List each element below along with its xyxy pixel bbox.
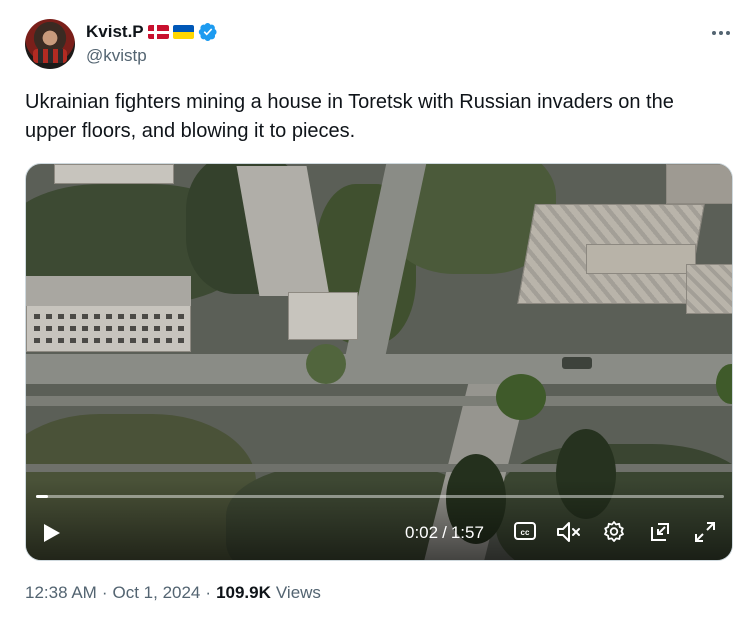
picture-in-picture-icon[interactable] [648, 520, 672, 544]
author-display-name[interactable]: Kvist.P [86, 22, 144, 42]
mute-icon[interactable] [556, 520, 582, 544]
flag-ukraine-icon [172, 25, 194, 39]
svg-text:cc: cc [521, 528, 530, 537]
meta-separator: · [205, 583, 212, 602]
video-current-time: 0:02 [405, 523, 439, 542]
tweet-card: Kvist.P @kvistp Ukrainian fighters minin… [0, 0, 745, 630]
author-name-row: Kvist.P [86, 21, 218, 43]
video-progress-bar[interactable] [36, 495, 724, 498]
flag-denmark-icon [147, 25, 169, 39]
tweet-meta: 12:38 AM · Oct 1, 2024 · 109.9K Views [25, 583, 321, 603]
video-time-separator: / [442, 523, 447, 542]
settings-gear-icon[interactable] [602, 520, 626, 544]
meta-separator: · [101, 583, 108, 602]
tweet-date[interactable]: Oct 1, 2024 [113, 583, 201, 603]
video-time: 0:02 / 1:57 [405, 523, 484, 543]
controls-gradient [26, 480, 732, 560]
video-duration: 1:57 [450, 523, 484, 542]
closed-captions-icon[interactable]: cc [514, 520, 536, 542]
tweet-time[interactable]: 12:38 AM [25, 583, 97, 603]
avatar[interactable] [25, 19, 75, 69]
video-player[interactable]: 0:02 / 1:57 cc [25, 163, 733, 561]
views-count: 109.9K [216, 583, 271, 602]
views-label: Views [275, 583, 321, 602]
play-icon[interactable] [43, 523, 61, 543]
fullscreen-icon[interactable] [693, 520, 717, 544]
verified-badge-icon [198, 23, 217, 41]
more-options-icon[interactable] [710, 24, 732, 42]
tweet-text: Ukrainian fighters mining a house in Tor… [25, 91, 674, 142]
author-handle[interactable]: @kvistp [86, 46, 147, 66]
video-progress-fill [36, 495, 48, 498]
